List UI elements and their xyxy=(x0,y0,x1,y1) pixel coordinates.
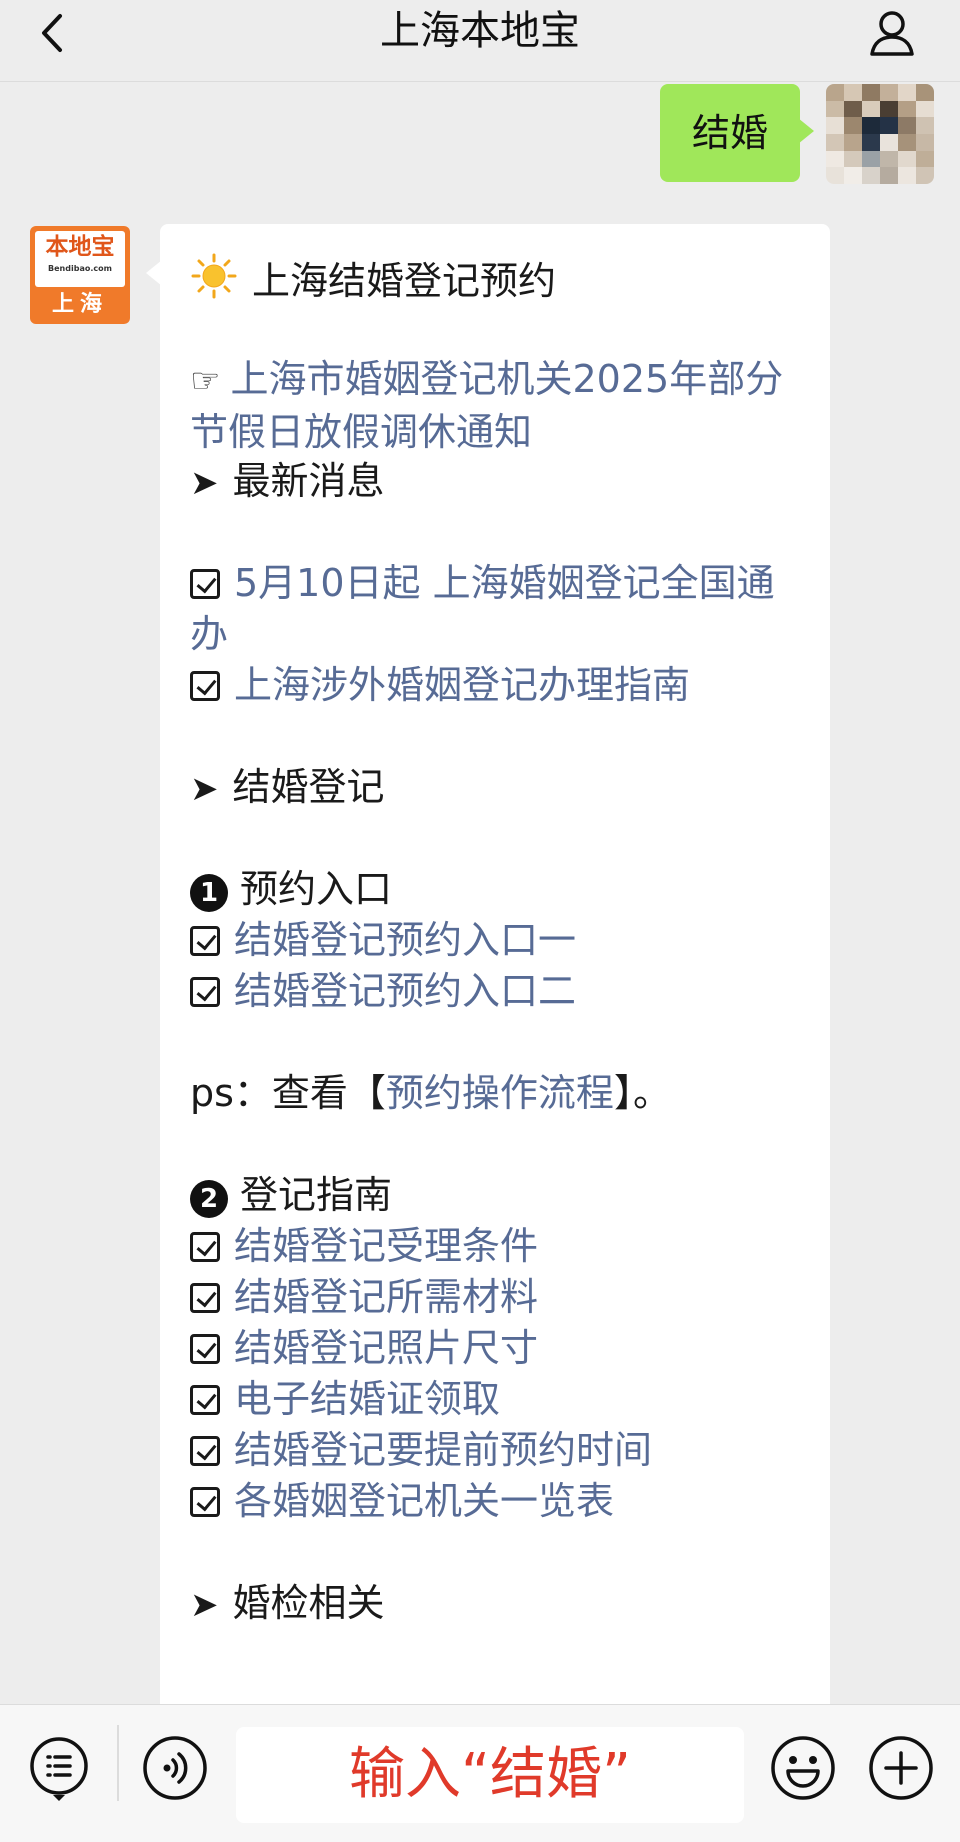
checkbox-icon xyxy=(190,1334,220,1364)
checkbox-icon xyxy=(190,569,220,599)
voice-icon[interactable] xyxy=(140,1733,210,1803)
notice-row: ☞ 上海市婚姻登记机关2025年部分节假日放假调休通知 xyxy=(190,354,810,458)
guide-link-2[interactable]: 结婚登记所需材料 xyxy=(234,1275,538,1319)
bot-logo: 本地宝 Bendibao.com xyxy=(35,231,125,287)
arrow-icon: ➤ xyxy=(190,463,219,503)
checkbox-icon xyxy=(190,1385,220,1415)
number-one-icon: 1 xyxy=(190,874,228,912)
guide-item: 结婚登记照片尺寸 xyxy=(190,1323,810,1374)
user-message-bubble: 结婚 xyxy=(660,84,814,182)
section-marriage: ➤ 结婚登记 xyxy=(190,762,810,815)
latest-link-1[interactable]: 5月10日起 上海婚姻登记全国通办 xyxy=(190,561,775,656)
guide-link-1[interactable]: 结婚登记受理条件 xyxy=(234,1224,538,1268)
message-input[interactable]: 输入“结婚” xyxy=(236,1727,744,1823)
guide-item: 结婚登记受理条件 xyxy=(190,1221,810,1272)
booking-item: 结婚登记预约入口二 xyxy=(190,966,810,1017)
page-title: 上海本地宝 xyxy=(380,8,580,54)
guide-link-3[interactable]: 结婚登记照片尺寸 xyxy=(234,1326,538,1370)
section-latest: ➤ 最新消息 xyxy=(190,456,810,509)
guide-item: 结婚登记要提前预约时间 xyxy=(190,1425,810,1476)
message-title-row: 上海结婚登记预约 xyxy=(190,252,810,313)
arrow-icon: ➤ xyxy=(190,769,219,809)
logo-text: 本地宝 xyxy=(45,234,115,260)
checkbox-icon xyxy=(190,1436,220,1466)
checkbox-icon xyxy=(190,671,220,701)
section-heading: 婚检相关 xyxy=(232,1581,385,1625)
section-heading: 结婚登记 xyxy=(232,765,385,809)
ps-row: ps：查看【预约操作流程】。 xyxy=(190,1068,810,1119)
notice-link[interactable]: 上海市婚姻登记机关2025年部分节假日放假调休通知 xyxy=(190,357,783,454)
number-two-icon: 2 xyxy=(190,1180,228,1218)
logo-subtext: Bendibao.com xyxy=(48,264,112,273)
ps-link[interactable]: 预约操作流程 xyxy=(386,1071,614,1115)
checkbox-icon xyxy=(190,1232,220,1262)
guide-item: 结婚登记所需材料 xyxy=(190,1272,810,1323)
subsection-guide: 2 登记指南 xyxy=(190,1170,810,1221)
message-title: 上海结婚登记预约 xyxy=(252,259,557,303)
arrow-icon: ➤ xyxy=(190,1585,219,1625)
subsection-heading: 登记指南 xyxy=(240,1173,393,1217)
subsection-heading: 预约入口 xyxy=(240,867,393,911)
guide-item: 电子结婚证领取 xyxy=(190,1374,810,1425)
checkbox-icon xyxy=(190,926,220,956)
bot-message-bubble: 上海结婚登记预约 ☞ 上海市婚姻登记机关2025年部分节假日放假调休通知 ➤ 最新消… xyxy=(160,224,830,1724)
user-avatar[interactable] xyxy=(826,84,934,184)
sun-icon xyxy=(190,252,238,313)
input-toolbar: 输入“结婚” xyxy=(0,1704,960,1842)
booking-link-2[interactable]: 结婚登记预约入口二 xyxy=(234,969,576,1013)
ps-prefix: ps：查看【 xyxy=(190,1071,386,1115)
guide-link-6[interactable]: 各婚姻登记机关一览表 xyxy=(234,1479,614,1523)
section-exam: ➤ 婚检相关 xyxy=(190,1578,810,1631)
booking-item: 结婚登记预约入口一 xyxy=(190,915,810,966)
ps-suffix: 】。 xyxy=(613,1071,671,1115)
guide-item: 各婚姻登记机关一览表 xyxy=(190,1476,810,1527)
latest-link-2[interactable]: 上海涉外婚姻登记办理指南 xyxy=(234,663,690,707)
section-heading: 最新消息 xyxy=(232,459,385,503)
booking-link-1[interactable]: 结婚登记预约入口一 xyxy=(234,918,576,962)
checkbox-icon xyxy=(190,1283,220,1313)
logo-city: 上海 xyxy=(51,292,108,317)
bot-avatar[interactable]: 本地宝 Bendibao.com 上海 xyxy=(30,226,130,324)
checkbox-icon xyxy=(190,1487,220,1517)
checkbox-icon xyxy=(190,977,220,1007)
guide-link-5[interactable]: 结婚登记要提前预约时间 xyxy=(234,1428,652,1472)
latest-item: 上海涉外婚姻登记办理指南 xyxy=(190,660,810,711)
emoji-icon[interactable] xyxy=(768,1733,838,1803)
person-icon[interactable] xyxy=(864,6,920,62)
latest-item: 5月10日起 上海婚姻登记全国通办 xyxy=(190,558,810,660)
plus-icon[interactable] xyxy=(866,1733,936,1803)
list-menu-icon[interactable] xyxy=(26,1733,96,1803)
guide-link-4[interactable]: 电子结婚证领取 xyxy=(234,1377,500,1421)
subsection-booking: 1 预约入口 xyxy=(190,864,810,915)
top-nav-bar: 上海本地宝 xyxy=(0,0,960,82)
toolbar-divider xyxy=(117,1725,119,1801)
pointing-hand-icon: ☞ xyxy=(190,361,221,401)
